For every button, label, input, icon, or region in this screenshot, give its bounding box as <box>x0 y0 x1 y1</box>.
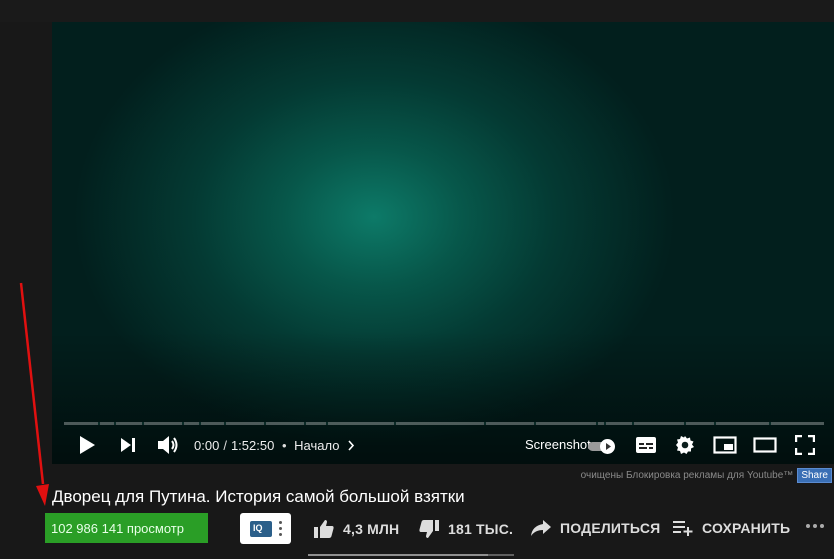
toggle-knob <box>600 439 615 454</box>
thumbs-down-icon <box>419 520 439 538</box>
player-controls: 0:00/1:52:50 • Начало Screenshot <box>52 426 834 464</box>
more-dot <box>813 524 817 528</box>
more-dot <box>806 524 810 528</box>
chapter-marker <box>224 422 226 425</box>
chapter-marker <box>394 422 396 425</box>
dislike-count: 181 ТЫС. <box>448 521 514 537</box>
play-button[interactable] <box>76 434 98 456</box>
next-button[interactable] <box>118 435 138 455</box>
adblock-text: очищены Блокировка рекламы для Youtube™ <box>580 470 794 481</box>
theater-button[interactable] <box>752 435 778 455</box>
chapter-marker <box>98 422 100 425</box>
play-small-icon <box>606 443 611 450</box>
kebab-menu-icon <box>279 521 283 539</box>
extension-logo-text: IQ <box>253 523 263 533</box>
share-arrow-icon <box>531 520 551 536</box>
thumbs-up-icon <box>314 520 334 538</box>
like-ratio-bar <box>308 554 514 556</box>
share-label: ПОДЕЛИТЬСЯ <box>560 520 661 536</box>
current-time: 0:00 <box>194 438 220 453</box>
chapter-marker <box>114 422 116 425</box>
save-label: СОХРАНИТЬ <box>702 520 791 536</box>
chapter-marker <box>142 422 144 425</box>
adblock-notice: очищены Блокировка рекламы для Youtube™ … <box>581 468 832 483</box>
chapter-marker <box>632 422 634 425</box>
next-icon <box>121 438 135 452</box>
video-player[interactable]: 0:00/1:52:50 • Начало Screenshot <box>52 22 834 464</box>
chapter-marker <box>714 422 716 425</box>
mute-button[interactable] <box>155 433 181 457</box>
share-button[interactable]: ПОДЕЛИТЬСЯ <box>530 519 660 537</box>
screenshot-toggle[interactable] <box>588 439 616 454</box>
adblock-share-button[interactable]: Share <box>797 468 832 483</box>
chapter-marker <box>264 422 266 425</box>
playlist-add-icon <box>673 521 693 536</box>
chapter-marker <box>604 422 606 425</box>
chapter-button[interactable]: Начало <box>294 438 355 453</box>
miniplayer-icon <box>713 436 737 454</box>
play-icon <box>80 436 95 454</box>
chapter-marker <box>326 422 328 425</box>
time-separator: / <box>223 438 227 453</box>
screenshot-label: Screenshot <box>525 437 591 452</box>
chapter-marker <box>182 422 184 425</box>
miniplayer-button[interactable] <box>712 435 738 455</box>
save-button[interactable]: СОХРАНИТЬ <box>672 519 790 537</box>
subtitles-icon <box>636 437 656 453</box>
video-title: Дворец для Путина. История самой большой… <box>52 487 465 506</box>
like-button[interactable]: 4,3 МЛН <box>313 519 399 539</box>
like-ratio-fill <box>308 554 488 556</box>
extension-logo: IQ <box>250 521 272 537</box>
chapter-bullet: • <box>281 438 287 453</box>
extension-button[interactable]: IQ <box>240 513 291 544</box>
chapter-marker <box>484 422 486 425</box>
volume-icon <box>158 436 178 454</box>
more-dot <box>820 524 824 528</box>
like-count: 4,3 МЛН <box>343 521 400 537</box>
gear-icon <box>676 436 694 454</box>
view-count: 102 986 141 просмотр <box>45 513 208 543</box>
top-bar <box>0 0 834 22</box>
settings-button[interactable] <box>674 434 696 456</box>
chapter-marker <box>534 422 536 425</box>
total-time: 1:52:50 <box>230 438 275 453</box>
chapter-label: Начало <box>294 438 340 453</box>
chapter-marker <box>684 422 686 425</box>
chevron-right-icon <box>348 440 355 451</box>
more-actions-button[interactable] <box>806 524 824 528</box>
chapter-marker <box>304 422 306 425</box>
chapter-marker <box>769 422 771 425</box>
fullscreen-button[interactable] <box>794 434 816 456</box>
time-display: 0:00/1:52:50 • Начало <box>194 438 355 453</box>
dislike-button[interactable]: 181 ТЫС. <box>418 519 513 539</box>
player-gradient <box>52 22 834 464</box>
subtitles-button[interactable] <box>634 435 658 455</box>
chapter-marker <box>596 422 598 425</box>
chapter-marker <box>199 422 201 425</box>
theater-icon <box>753 437 777 453</box>
progress-bar[interactable] <box>64 422 824 425</box>
fullscreen-icon <box>795 435 815 455</box>
